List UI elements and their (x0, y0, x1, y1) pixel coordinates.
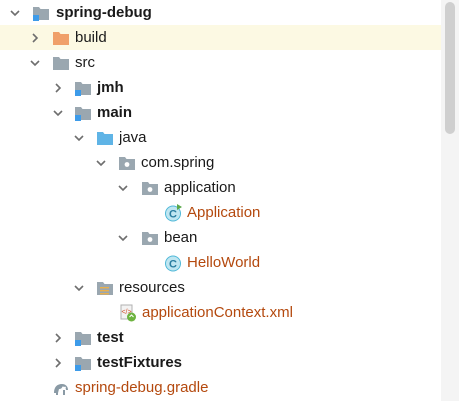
source-folder-icon (96, 129, 114, 147)
chevron-down-icon[interactable] (73, 275, 85, 300)
tree-node-helloworld[interactable]: C HelloWorld (0, 250, 441, 275)
tree-node-application-package[interactable]: application (0, 175, 441, 200)
node-label: HelloWorld (187, 254, 261, 271)
module-folder-icon (74, 79, 92, 97)
tree-node-test[interactable]: test (0, 325, 441, 350)
project-tree: spring-debug build src jmh main java com… (0, 0, 441, 400)
gradle-elephant-icon (52, 379, 70, 397)
node-label: build (75, 29, 107, 46)
chevron-down-icon[interactable] (117, 225, 129, 250)
node-label: test (97, 329, 124, 346)
package-icon (118, 154, 136, 172)
tree-node-application-context-xml[interactable]: </> applicationContext.xml (0, 300, 441, 325)
tree-node-bean[interactable]: bean (0, 225, 441, 250)
chevron-down-icon[interactable] (95, 150, 107, 175)
node-label: com.spring (141, 154, 215, 171)
node-label: Application (187, 204, 261, 221)
node-label: jmh (97, 79, 124, 96)
chevron-down-icon[interactable] (9, 0, 21, 25)
svg-text:C: C (169, 259, 177, 271)
node-label: main (97, 104, 133, 121)
java-class-runnable-icon: C (164, 204, 182, 222)
tree-node-java[interactable]: java (0, 125, 441, 150)
node-label: applicationContext.xml (142, 304, 293, 321)
tree-node-build[interactable]: build (0, 25, 441, 50)
node-label: resources (119, 279, 185, 296)
node-label: application (164, 179, 236, 196)
module-folder-icon (74, 104, 92, 122)
tree-node-main[interactable]: main (0, 100, 441, 125)
java-class-icon: C (164, 254, 182, 272)
svg-text:C: C (169, 209, 177, 221)
node-label: spring-debug (56, 4, 152, 21)
excluded-folder-icon (52, 29, 70, 47)
tree-node-jmh[interactable]: jmh (0, 75, 441, 100)
tree-node-src[interactable]: src (0, 50, 441, 75)
module-folder-icon (32, 4, 50, 22)
node-label: src (75, 54, 95, 71)
resources-folder-icon (96, 279, 114, 297)
chevron-down-icon[interactable] (73, 125, 85, 150)
node-label: spring-debug.gradle (75, 379, 209, 396)
folder-icon (52, 54, 70, 72)
tree-node-application-class[interactable]: C Application (0, 200, 441, 225)
chevron-right-icon[interactable] (52, 350, 64, 375)
chevron-down-icon[interactable] (52, 100, 64, 125)
package-icon (141, 179, 159, 197)
vertical-scrollbar[interactable] (441, 0, 459, 401)
spring-xml-icon: </> (119, 304, 137, 322)
tree-node-com-spring[interactable]: com.spring (0, 150, 441, 175)
node-label: bean (164, 229, 198, 246)
module-folder-icon (74, 329, 92, 347)
scrollbar-thumb[interactable] (445, 2, 455, 134)
chevron-right-icon[interactable] (29, 25, 41, 50)
tree-node-spring-debug[interactable]: spring-debug (0, 0, 441, 25)
tree-node-gradle-file[interactable]: spring-debug.gradle (0, 375, 441, 400)
chevron-right-icon[interactable] (52, 75, 64, 100)
chevron-right-icon[interactable] (52, 325, 64, 350)
chevron-down-icon[interactable] (117, 175, 129, 200)
tree-node-resources[interactable]: resources (0, 275, 441, 300)
tree-node-testfixtures[interactable]: testFixtures (0, 350, 441, 375)
chevron-down-icon[interactable] (29, 50, 41, 75)
node-label: testFixtures (97, 354, 183, 371)
module-folder-icon (74, 354, 92, 372)
package-icon (141, 229, 159, 247)
node-label: java (119, 129, 147, 146)
